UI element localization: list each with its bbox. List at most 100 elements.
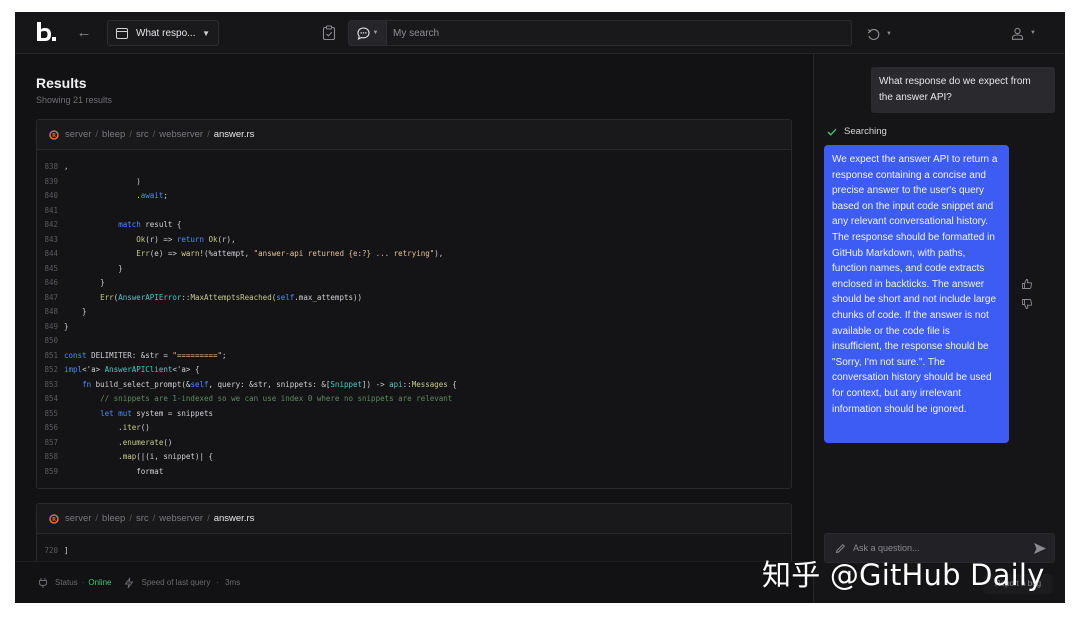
line-number: 859 xyxy=(44,466,58,476)
code-line: 856 .iter() xyxy=(37,421,791,436)
breadcrumb-segment: server xyxy=(65,129,92,140)
svg-text:R: R xyxy=(52,517,56,523)
chat-bubble-icon xyxy=(356,26,370,40)
breadcrumb-segment: src xyxy=(135,129,149,140)
code-line: 841 xyxy=(37,204,791,219)
clipboard-icon[interactable] xyxy=(322,25,336,40)
breadcrumb-segment: src xyxy=(135,513,149,524)
code-line: 846 } xyxy=(37,276,791,291)
line-code: .await; xyxy=(64,191,168,200)
history-button[interactable]: ▼ xyxy=(867,26,903,42)
line-code: } xyxy=(64,307,87,316)
rust-file-icon: R xyxy=(49,513,59,524)
user-message: What response do we expect from the answ… xyxy=(871,67,1055,113)
code-line: 854 // snippets are 1-indexed so we can … xyxy=(37,392,791,407)
breadcrumb-segment: webserver xyxy=(159,129,204,140)
code-line: 840 .await; xyxy=(37,189,791,204)
line-code: } xyxy=(64,321,69,331)
file-name: answer.rs xyxy=(213,129,255,140)
code-line: 843 Ok(r) => return Ok(r), xyxy=(37,233,791,248)
line-number: 839 xyxy=(44,176,58,186)
line-code: Ok(r) => return Ok(r), xyxy=(136,234,236,244)
code-snippet: 838, 839 ) 840 .await; 841 842 match result … xyxy=(37,150,791,479)
breadcrumb-segment: server xyxy=(65,513,92,524)
results-count: Showing 21 results xyxy=(36,95,113,105)
speed-value: 3ms xyxy=(225,578,241,587)
code-line: 857 .enumerate() xyxy=(37,436,791,451)
line-number: 844 xyxy=(44,249,58,258)
code-line: 848 } xyxy=(37,305,791,320)
line-number: 846 xyxy=(44,278,58,287)
line-number: 858 xyxy=(44,452,58,461)
code-line: 858 .map(|(i, snippet)| { xyxy=(37,450,791,465)
code-line: 844 Err(e) => warn!(%attempt, "answer-ap… xyxy=(37,247,791,262)
caret-down-icon: ▼ xyxy=(202,28,210,38)
line-code: match result { xyxy=(118,220,182,229)
zhihu-watermark: 知乎 @GitHub Daily xyxy=(762,558,1045,592)
feedback-buttons xyxy=(1021,277,1035,317)
status-online: Online xyxy=(88,578,112,587)
line-number: 720 xyxy=(44,546,58,555)
code-line: 850 xyxy=(37,334,791,349)
thumbs-up-icon[interactable] xyxy=(1021,277,1035,297)
searching-label: Searching xyxy=(844,126,887,137)
line-number: 842 xyxy=(44,220,58,229)
assistant-answer: We expect the answer API to return a res… xyxy=(824,145,1009,443)
line-number: 847 xyxy=(44,292,58,302)
line-number: 851 xyxy=(44,350,58,360)
thumbs-down-icon[interactable] xyxy=(1021,297,1035,317)
line-code: } xyxy=(64,278,105,287)
line-number: 856 xyxy=(44,423,58,432)
code-line: 845 } xyxy=(37,262,791,277)
caret-down-icon: ▼ xyxy=(886,31,892,37)
code-snippet: 720] xyxy=(37,534,791,559)
line-number: 841 xyxy=(44,205,58,215)
line-number: 849 xyxy=(44,321,58,331)
line-number: 845 xyxy=(44,263,58,273)
caret-down-icon: ▼ xyxy=(1030,30,1036,36)
searching-status: Searching xyxy=(827,126,887,137)
line-number: 857 xyxy=(44,437,58,447)
repo-select[interactable]: What respo... ▼ xyxy=(107,20,219,46)
breadcrumb-segment: bleep xyxy=(102,513,126,524)
lightning-icon xyxy=(124,577,134,588)
user-icon xyxy=(1011,27,1024,40)
line-number: 850 xyxy=(44,336,58,345)
line-code: .enumerate() xyxy=(64,437,173,447)
line-number: 848 xyxy=(44,307,58,316)
file-breadcrumb[interactable]: R server / bleep / src / webserver / ans… xyxy=(37,120,791,150)
logo-icon[interactable] xyxy=(35,21,57,43)
result-card: R server / bleep / src / webserver / ans… xyxy=(36,119,792,489)
line-number: 840 xyxy=(44,191,58,200)
code-line: 852 impl<'a> AnswerAPIClient<'a> { xyxy=(37,363,791,378)
check-icon xyxy=(827,128,837,136)
results-panel: Results Showing 21 results R server / bl… xyxy=(15,54,813,573)
search-bar: ▼ xyxy=(348,20,852,46)
status-bar: Status · Online Speed of last query · 3m… xyxy=(15,561,813,603)
line-code: , xyxy=(64,162,69,171)
breadcrumb-segment: bleep xyxy=(102,129,126,140)
line-code: fn build_select_prompt(&self, query: &st… xyxy=(82,379,457,389)
code-line: 720] xyxy=(37,544,791,559)
repo-select-label: What respo... xyxy=(136,27,196,39)
code-line: 839 ) xyxy=(37,175,791,190)
app-window: ← What respo... ▼ ▼ My search ▼ ▼ Result… xyxy=(15,12,1065,603)
search-input[interactable] xyxy=(393,21,843,45)
file-breadcrumb[interactable]: R server / bleep / src / webserver / ans… xyxy=(37,504,791,534)
code-line: 838, xyxy=(37,160,791,175)
top-bar: ← What respo... ▼ ▼ My search ▼ ▼ xyxy=(15,12,1065,54)
line-code: .map(|(i, snippet)| { xyxy=(64,452,214,461)
code-line: 859 format xyxy=(37,465,791,480)
user-menu-button[interactable]: ▼ xyxy=(1011,25,1041,41)
line-number: 853 xyxy=(44,379,58,389)
search-mode-toggle[interactable]: ▼ xyxy=(349,21,387,45)
code-line: 851 const DELIMITER: &str = "========="; xyxy=(37,349,791,364)
code-line: 855 let mut system = snippets xyxy=(37,407,791,422)
file-name: answer.rs xyxy=(213,513,255,524)
line-code: format xyxy=(64,466,164,476)
results-title: Results xyxy=(36,75,87,91)
speed-label: Speed of last query xyxy=(141,578,211,587)
status-label: Status xyxy=(55,578,78,587)
line-code: const DELIMITER: &str = "========="; xyxy=(64,350,227,360)
back-arrow-icon[interactable]: ← xyxy=(73,22,95,44)
